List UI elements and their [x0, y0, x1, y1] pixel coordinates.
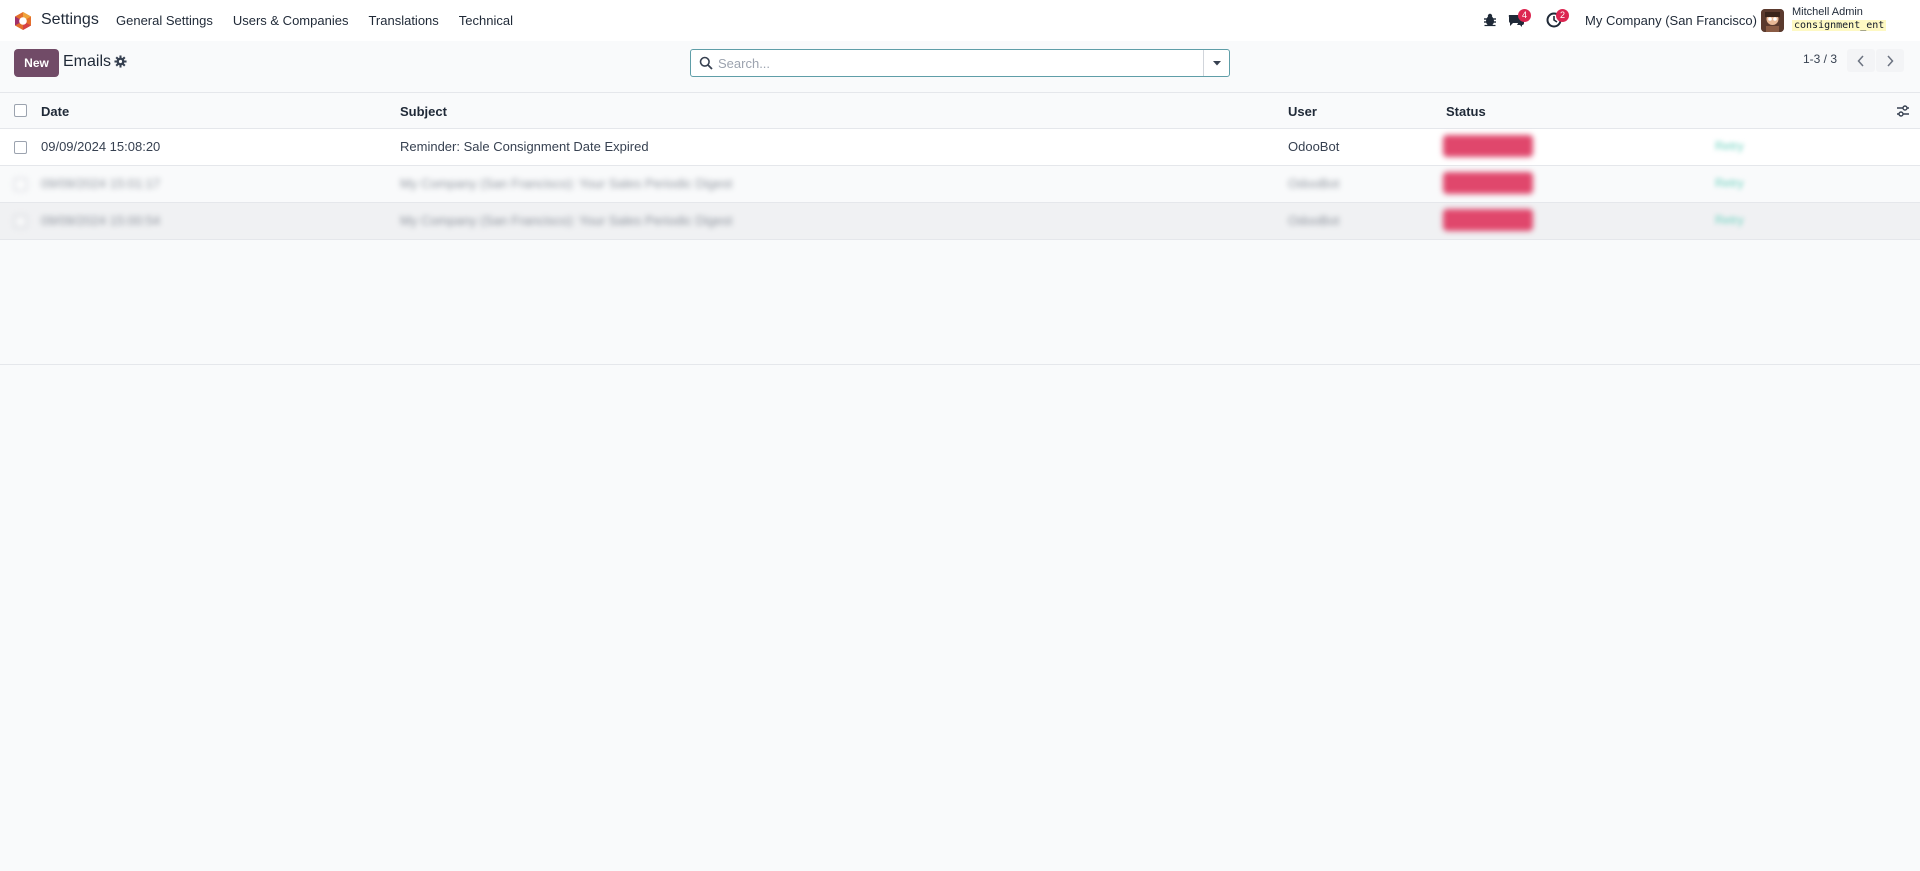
- pager-previous-button[interactable]: [1847, 49, 1875, 72]
- avatar[interactable]: [1761, 9, 1784, 32]
- select-all-checkbox[interactable]: [14, 104, 27, 117]
- cell-subject: My Company (San Francisco): Your Sales P…: [400, 176, 733, 191]
- status-badge: [1443, 172, 1533, 194]
- database-name: consignment_ent: [1792, 20, 1887, 31]
- menu-general-settings[interactable]: General Settings: [116, 13, 213, 28]
- column-settings-icon[interactable]: [1896, 104, 1910, 118]
- chevron-left-icon: [1857, 54, 1864, 67]
- avatar-image: [1761, 9, 1784, 32]
- column-header-user[interactable]: User: [1288, 104, 1317, 119]
- gear-icon[interactable]: [114, 55, 127, 68]
- main-menu: General Settings Users & Companies Trans…: [116, 13, 513, 28]
- retry-button[interactable]: Retry: [1715, 139, 1744, 153]
- column-header-date[interactable]: Date: [41, 104, 69, 119]
- retry-button[interactable]: Retry: [1715, 213, 1744, 227]
- cell-date: 09/09/2024 15:00:54: [41, 213, 161, 228]
- status-badge: [1443, 209, 1533, 231]
- menu-users-companies[interactable]: Users & Companies: [233, 13, 349, 28]
- search-input[interactable]: [718, 53, 1188, 73]
- cell-subject: Reminder: Sale Consignment Date Expired: [400, 139, 649, 154]
- cell-user: OdooBot: [1288, 139, 1340, 154]
- messages-badge: 4: [1518, 9, 1531, 22]
- table-footer-divider: [0, 364, 1920, 365]
- column-header-status[interactable]: Status: [1446, 104, 1486, 119]
- row-checkbox[interactable]: [14, 178, 27, 191]
- column-header-subject[interactable]: Subject: [400, 104, 447, 119]
- table-row[interactable]: 09/09/2024 15:08:20 Reminder: Sale Consi…: [0, 129, 1920, 166]
- cell-date: 09/09/2024 15:08:20: [41, 139, 161, 154]
- app-name[interactable]: Settings: [41, 11, 99, 29]
- row-checkbox[interactable]: [14, 215, 27, 228]
- search-bar: [690, 49, 1230, 77]
- cell-user: OdooBot: [1288, 176, 1340, 191]
- page-title[interactable]: Emails: [63, 53, 111, 71]
- table-row[interactable]: 09/09/2024 15:01:17 My Company (San Fran…: [0, 166, 1920, 203]
- search-options-toggle[interactable]: [1203, 50, 1229, 76]
- odoo-logo-icon[interactable]: [13, 11, 33, 31]
- company-switcher[interactable]: My Company (San Francisco): [1585, 13, 1757, 28]
- pager-next-button[interactable]: [1876, 49, 1904, 72]
- menu-technical[interactable]: Technical: [459, 13, 513, 28]
- cell-subject: My Company (San Francisco): Your Sales P…: [400, 213, 733, 228]
- new-button[interactable]: New: [14, 49, 59, 77]
- menu-translations[interactable]: Translations: [368, 13, 438, 28]
- pager-value[interactable]: 1-3 / 3: [1803, 52, 1837, 66]
- cell-user: OdooBot: [1288, 213, 1340, 228]
- caret-down-icon: [1212, 61, 1221, 66]
- row-checkbox[interactable]: [14, 141, 27, 154]
- top-navbar: Settings General Settings Users & Compan…: [0, 0, 1920, 41]
- search-icon: [699, 56, 713, 70]
- table-row[interactable]: 09/09/2024 15:00:54 My Company (San Fran…: [0, 203, 1920, 240]
- activities-badge: 2: [1556, 9, 1569, 22]
- retry-button[interactable]: Retry: [1715, 176, 1744, 190]
- user-name[interactable]: Mitchell Admin: [1792, 6, 1863, 18]
- status-badge: [1443, 135, 1533, 157]
- table-header: Date Subject User Status: [0, 92, 1920, 129]
- cell-date: 09/09/2024 15:01:17: [41, 176, 161, 191]
- chevron-right-icon: [1887, 54, 1894, 67]
- bug-icon[interactable]: [1481, 11, 1499, 29]
